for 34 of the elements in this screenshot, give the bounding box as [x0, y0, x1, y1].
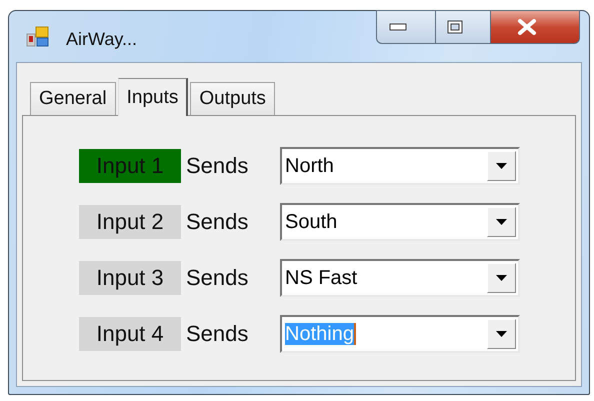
input-label: Input 2	[79, 205, 181, 239]
sends-label: Sends	[186, 265, 250, 291]
dropdown-value: North	[285, 154, 334, 176]
input-label: Input 1	[79, 149, 181, 183]
dropdown-field[interactable]: South	[280, 203, 520, 241]
tab[interactable]: Inputs	[118, 78, 188, 116]
caret-icon	[496, 331, 507, 337]
maximize-icon	[447, 20, 463, 34]
input-label: Input 4	[79, 317, 181, 351]
sends-label: Sends	[186, 209, 250, 235]
tab[interactable]: General	[30, 82, 116, 115]
window-title: AirWay...	[66, 29, 137, 50]
input-label: Input 3	[79, 261, 181, 295]
dropdown-button[interactable]	[487, 207, 516, 237]
tab[interactable]: Outputs	[190, 82, 275, 115]
dropdown-button[interactable]	[487, 263, 516, 293]
caret-icon	[496, 163, 507, 169]
app-icon	[26, 24, 50, 48]
minimize-icon	[389, 23, 407, 31]
dropdown-value: Nothing	[285, 322, 356, 344]
close-button[interactable]	[491, 10, 580, 44]
dropdown-field[interactable]: North	[280, 147, 520, 185]
dropdown-value: South	[285, 210, 338, 232]
dropdown-field[interactable]: NS Fast	[280, 259, 520, 297]
close-icon	[517, 19, 537, 35]
caret-icon	[496, 219, 507, 225]
minimize-button[interactable]	[376, 10, 436, 44]
maximize-button[interactable]	[436, 10, 491, 44]
dropdown-button[interactable]	[487, 319, 516, 349]
sends-label: Sends	[186, 153, 250, 179]
caret-icon	[496, 275, 507, 281]
dropdown-button[interactable]	[487, 151, 516, 181]
dropdown-value: NS Fast	[285, 266, 358, 288]
sends-label: Sends	[186, 321, 250, 347]
